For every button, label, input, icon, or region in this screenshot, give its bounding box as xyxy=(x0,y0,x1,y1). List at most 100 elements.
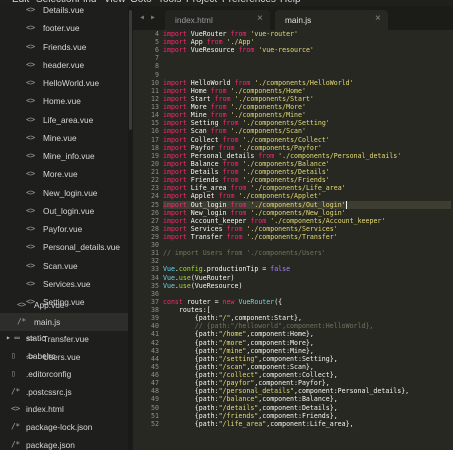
line-number: 50 xyxy=(151,403,159,412)
code-line[interactable]: import Start from './components/Start' xyxy=(163,95,451,103)
code-line[interactable]: import VueRouter from 'vue-router' xyxy=(163,30,451,38)
code-line[interactable]: import Personal_details from './componen… xyxy=(163,152,451,160)
code-line[interactable]: import Services from './components/Servi… xyxy=(163,225,451,233)
sidebar-item[interactable]: <> index.html xyxy=(0,400,128,418)
code-line[interactable]: import Home from './components/Home' xyxy=(163,87,451,95)
sidebar-item-label: Friends.vue xyxy=(43,41,87,52)
sidebar-item[interactable]: <> Services.vue xyxy=(0,275,128,293)
sidebar-item[interactable]: <> New_login.vue xyxy=(0,184,128,202)
close-icon[interactable]: × xyxy=(257,10,263,28)
sidebar-item[interactable]: <> header.vue xyxy=(0,56,128,74)
sidebar-item-label: package.json xyxy=(26,440,75,450)
code-line[interactable]: import Balance from './components/Balanc… xyxy=(163,160,451,168)
sidebar-item[interactable]: <> footer.vue xyxy=(0,19,128,37)
sidebar-item[interactable]: <> Life_area.vue xyxy=(0,111,128,129)
code-line[interactable]: routes:[ xyxy=(163,306,451,314)
code-line[interactable]: import Setting from './components/Settin… xyxy=(163,119,451,127)
menu-item[interactable]: Find xyxy=(77,0,96,5)
code-line[interactable]: Vue.config.productionTip = false xyxy=(163,265,451,273)
code-line[interactable]: import Out_login from './components/Out_… xyxy=(163,200,451,209)
sidebar-item[interactable]: <> Mine.vue xyxy=(0,129,128,147)
menu-item[interactable]: Tools xyxy=(158,0,181,5)
tab-bar: ◂ ▸ index.html × main.js × xyxy=(133,6,453,30)
code-line[interactable]: import Friends from './components/Friend… xyxy=(163,176,451,184)
menu-item[interactable]: Goto xyxy=(130,0,152,5)
sidebar-item-label: Scan.vue xyxy=(43,260,78,271)
sidebar-item-label: New_login.vue xyxy=(43,187,98,198)
code-line[interactable]: // import Users from './components/Users… xyxy=(163,249,451,257)
file-text-icon: /* xyxy=(11,440,20,449)
code-line[interactable]: {path:"/more",component:More}, xyxy=(163,339,451,347)
code-line[interactable]: import App from './App' xyxy=(163,38,451,46)
menu-item[interactable]: Help xyxy=(280,0,301,5)
code-line[interactable]: import Life_area from './components/Life… xyxy=(163,184,451,192)
code-line[interactable]: import Applet from './components/Applet' xyxy=(163,192,451,200)
sidebar-item[interactable]: ▯ .babelrc xyxy=(0,347,128,365)
code-line[interactable]: {path:"/balance",component:Balance}, xyxy=(163,395,451,403)
editor-window: Edit SelectionFind View Goto Tools Project Pre… xyxy=(0,0,453,450)
sidebar-item[interactable]: <> More.vue xyxy=(0,165,128,183)
code-line[interactable]: // {path:"/helloworld",component:HelloWo… xyxy=(163,322,451,330)
tab-index-html[interactable]: index.html × xyxy=(165,10,270,30)
code-line[interactable]: {path:"/details",component:Details}, xyxy=(163,404,451,412)
code-line[interactable]: {path:"/mine",component:Mine}, xyxy=(163,347,451,355)
menu-item[interactable]: Project xyxy=(186,0,217,5)
tab-main-js[interactable]: main.js × xyxy=(275,10,388,30)
code-line[interactable]: {path:"/friends",component:Friends}, xyxy=(163,412,451,420)
sidebar-item[interactable]: <> Scan.vue xyxy=(0,257,128,275)
sidebar-item[interactable]: <> HelloWorld.vue xyxy=(0,74,128,92)
sidebar-file-tree[interactable]: <> Details.vue <> footer.vue <> Friends.vue <>… xyxy=(0,6,133,450)
code-line[interactable]: {path:"/scan",component:Scan}, xyxy=(163,363,451,371)
menu-item[interactable]: View xyxy=(104,0,126,5)
line-number: 35 xyxy=(151,281,159,290)
code-line[interactable]: {path:"/setting",component:Setting}, xyxy=(163,355,451,363)
code-line[interactable]: {path:"/life_area",component:Life_area}, xyxy=(163,420,451,428)
sidebar-item[interactable]: <> Home.vue xyxy=(0,92,128,110)
sidebar-item[interactable]: <> Personal_details.vue xyxy=(0,238,128,256)
code-line[interactable]: import Account_keeper from './components… xyxy=(163,217,451,225)
code-line[interactable]: import HelloWorld from './components/Hel… xyxy=(163,79,451,87)
code-line[interactable]: import Collect from './components/Collec… xyxy=(163,136,451,144)
code-line[interactable]: import Scan from './components/Scan' xyxy=(163,127,451,135)
code-line[interactable]: import More from './components/More' xyxy=(163,103,451,111)
code-line[interactable]: {path:"/collect",component:Collect}, xyxy=(163,371,451,379)
code-line[interactable]: {path:"/home",component:Home}, xyxy=(163,330,451,338)
line-number: 25 xyxy=(151,200,159,209)
code-line[interactable]: {path:"/personal_details",component:Pers… xyxy=(163,387,451,395)
back-arrow-icon[interactable]: ◂ xyxy=(139,12,145,23)
sidebar-item[interactable]: ▯ .editorconfig xyxy=(0,365,128,383)
code-line[interactable]: Vue.use(VueResource) xyxy=(163,282,451,290)
sidebar-item[interactable]: <> Payfor.vue xyxy=(0,220,128,238)
file-code-icon: <> xyxy=(26,132,35,142)
line-number: 18 xyxy=(151,143,159,152)
sidebar-item[interactable]: <> Out_login.vue xyxy=(0,202,128,220)
sidebar-item[interactable]: /* package.json xyxy=(0,436,128,450)
text-cursor xyxy=(345,200,347,209)
code-line[interactable]: import Details from './components/Detail… xyxy=(163,168,451,176)
sidebar-item[interactable]: <> Details.vue xyxy=(0,6,128,19)
code-line[interactable]: {path:"/",component:Start}, xyxy=(163,314,451,322)
code-line[interactable]: import VueResource from 'vue-resource' xyxy=(163,46,451,54)
line-number: 30 xyxy=(151,241,159,250)
sidebar-item[interactable]: ▸ ▭ static xyxy=(0,329,128,347)
sidebar-item-label: static xyxy=(26,333,46,343)
sidebar-scrollbar-thumb[interactable] xyxy=(129,10,132,130)
code-line[interactable]: import Payfor from './components/Payfor' xyxy=(163,144,451,152)
menu-item[interactable]: Selection xyxy=(36,0,77,5)
sidebar-item[interactable]: /* .postcssrc.js xyxy=(0,383,128,401)
code-line[interactable]: import Mine from './components/Mine' xyxy=(163,111,451,119)
code-line[interactable]: {path:"/payfor",component:Payfor}, xyxy=(163,379,451,387)
sidebar-item[interactable]: <> App.vue xyxy=(0,296,128,314)
sidebar-item[interactable]: <> Mine_info.vue xyxy=(0,147,128,165)
code-line[interactable]: import New_login from './components/New_… xyxy=(163,209,451,217)
menu-item[interactable]: Preferences xyxy=(222,0,276,5)
forward-arrow-icon[interactable]: ▸ xyxy=(150,12,156,23)
code-line[interactable]: const router = new VueRouter({ xyxy=(163,298,451,306)
sidebar-item[interactable]: /* package-lock.json xyxy=(0,418,128,436)
code-line[interactable]: import Transfer from './components/Trans… xyxy=(163,233,451,241)
code-line[interactable]: Vue.use(VueRouter) xyxy=(163,274,451,282)
menu-item[interactable]: Edit xyxy=(12,0,29,5)
sidebar-item[interactable]: <> Friends.vue xyxy=(0,38,128,56)
close-icon[interactable]: × xyxy=(375,10,381,28)
code-editor[interactable]: 4 import VueRouter from 'vue-router' 5 impo… xyxy=(133,30,453,450)
